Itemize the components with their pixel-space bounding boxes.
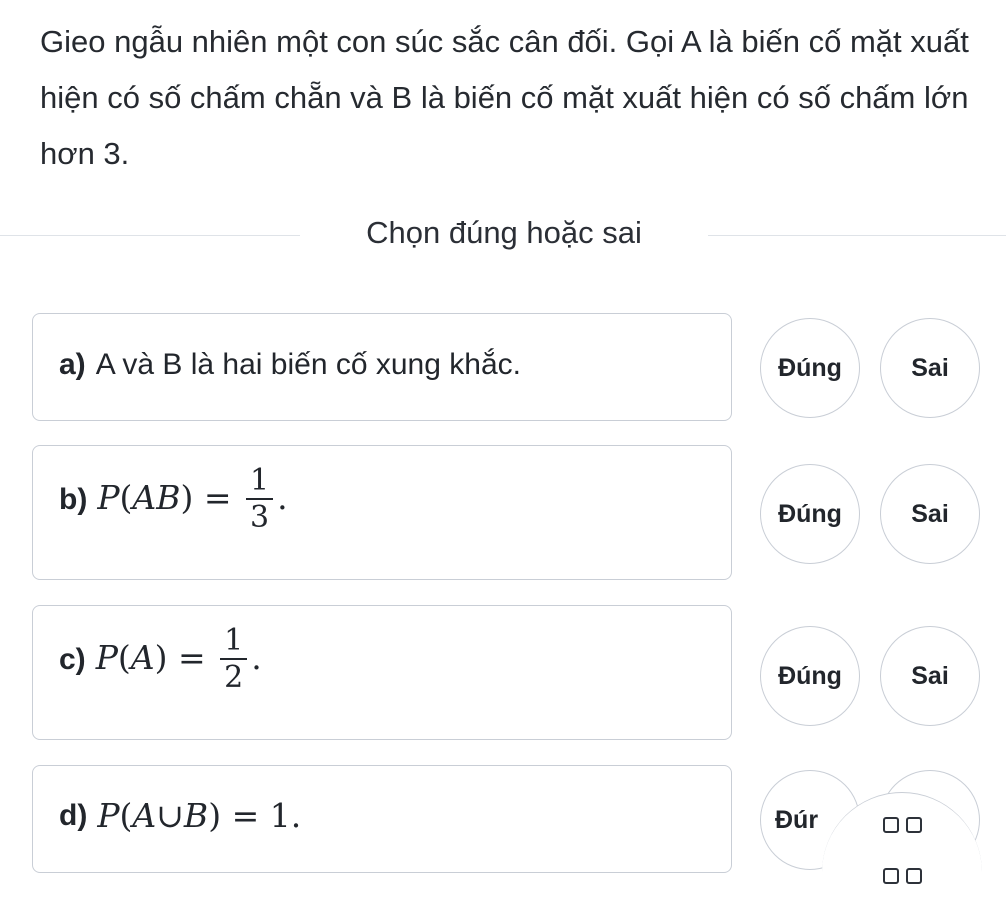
math-symbol: . bbox=[290, 796, 302, 835]
math-symbol: = bbox=[231, 796, 260, 835]
grid-icon bbox=[882, 817, 922, 912]
math-symbol: ) bbox=[208, 796, 222, 835]
question-text: Gieo ngẫu nhiên một con súc sắc cân đối.… bbox=[40, 24, 969, 171]
fraction: 12 bbox=[220, 624, 248, 696]
divider-line-left bbox=[0, 235, 300, 236]
math-symbol: A bbox=[130, 638, 155, 677]
statement-c-expression: P(A) = 12. bbox=[96, 624, 262, 696]
false-button-a[interactable]: Sai bbox=[880, 318, 980, 418]
false-button-b[interactable]: Sai bbox=[880, 464, 980, 564]
statement-d: d) P(A∪B) = 1. bbox=[32, 765, 732, 873]
divider-line-right bbox=[708, 235, 1006, 236]
math-symbol: A bbox=[132, 796, 157, 835]
statement-d-expression: P(A∪B) = 1. bbox=[97, 796, 301, 835]
math-symbol: . bbox=[251, 638, 262, 677]
statement-label: a) bbox=[59, 348, 86, 381]
math-symbol: ∪ bbox=[156, 796, 184, 835]
statement-b-expression: P(AB) = 13. bbox=[97, 464, 287, 536]
math-symbol: P bbox=[97, 478, 120, 517]
math-symbol: ) bbox=[180, 478, 194, 517]
math-symbol: = bbox=[178, 638, 206, 677]
math-symbol: 1 bbox=[269, 796, 291, 835]
section-divider: Chọn đúng hoặc sai bbox=[0, 205, 1006, 265]
grid-cell bbox=[882, 868, 899, 884]
true-button-d-label: Đúr bbox=[775, 805, 819, 834]
statement-c-content: c) P(A) = 12. bbox=[59, 624, 262, 696]
grid-cell bbox=[905, 868, 922, 884]
fraction-denominator: 2 bbox=[224, 660, 244, 695]
section-title: Chọn đúng hoặc sai bbox=[366, 215, 642, 250]
statement-label: d) bbox=[59, 798, 88, 832]
statement-a: a) A và B là hai biến cố xung khắc. bbox=[32, 313, 732, 421]
statement-a-content: a) A và B là hai biến cố xung khắc. bbox=[59, 348, 521, 382]
true-button-c[interactable]: Đúng bbox=[760, 626, 860, 726]
grid-cell bbox=[882, 817, 899, 833]
math-symbol: ( bbox=[117, 638, 131, 677]
math-symbol: . bbox=[277, 478, 288, 517]
fraction-denominator: 3 bbox=[250, 500, 270, 535]
math-symbol: AB bbox=[132, 478, 181, 517]
math-symbol: ) bbox=[154, 638, 168, 677]
statement-a-text: A và B là hai biến cố xung khắc. bbox=[95, 348, 521, 381]
math-symbol: P bbox=[95, 638, 118, 677]
math-symbol: B bbox=[183, 796, 209, 835]
statement-label: c) bbox=[59, 643, 86, 676]
fraction-numerator: 1 bbox=[246, 464, 274, 500]
math-symbol: ( bbox=[119, 478, 133, 517]
true-button-b[interactable]: Đúng bbox=[760, 464, 860, 564]
true-button-a[interactable]: Đúng bbox=[760, 318, 860, 418]
statement-b: b) P(AB) = 13. bbox=[32, 445, 732, 580]
math-symbol: ( bbox=[119, 796, 133, 835]
math-symbol: = bbox=[203, 478, 232, 517]
statement-d-content: d) P(A∪B) = 1. bbox=[59, 796, 301, 835]
statement-c: c) P(A) = 12. bbox=[32, 605, 732, 740]
math-symbol: P bbox=[97, 796, 120, 835]
statement-label: b) bbox=[59, 483, 88, 516]
fraction-numerator: 1 bbox=[220, 624, 248, 660]
statement-b-content: b) P(AB) = 13. bbox=[59, 464, 288, 536]
grid-cell bbox=[905, 817, 922, 833]
fraction: 13 bbox=[246, 464, 274, 536]
false-button-c[interactable]: Sai bbox=[880, 626, 980, 726]
